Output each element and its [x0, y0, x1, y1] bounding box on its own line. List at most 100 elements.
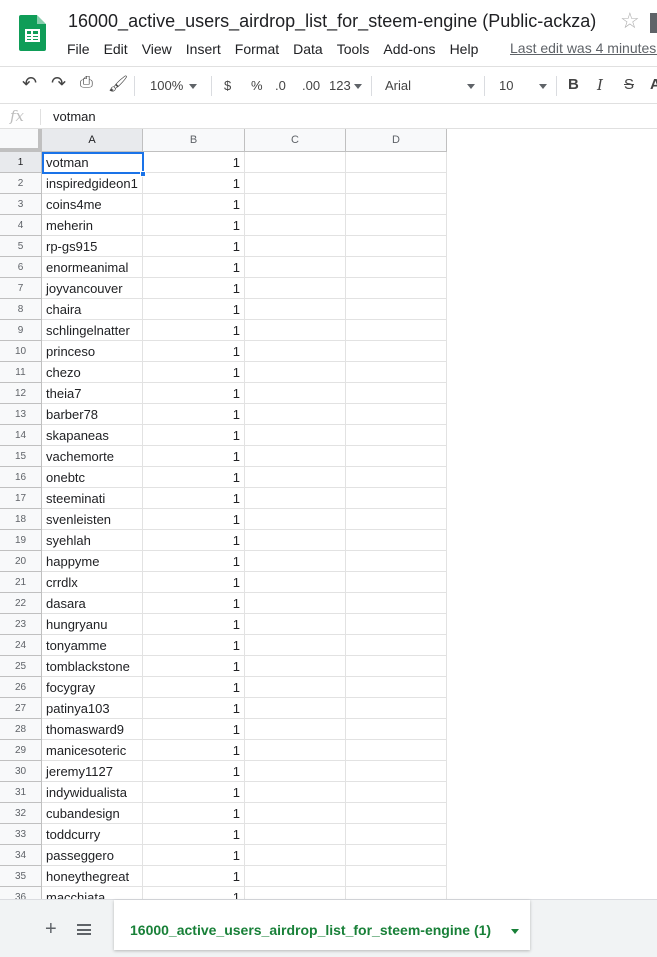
row-header[interactable]: 7: [0, 278, 42, 299]
cell-c[interactable]: [245, 257, 346, 278]
cell-c[interactable]: [245, 236, 346, 257]
cell-b[interactable]: 1: [143, 215, 245, 236]
row-header[interactable]: 3: [0, 194, 42, 215]
cell-b[interactable]: 1: [143, 824, 245, 845]
cell-d[interactable]: [346, 299, 447, 320]
cell-a[interactable]: chaira: [42, 299, 143, 320]
column-header-a[interactable]: A: [42, 129, 143, 152]
menu-help[interactable]: Help: [450, 41, 479, 57]
cell-b[interactable]: 1: [143, 278, 245, 299]
menu-format[interactable]: Format: [235, 41, 279, 57]
spreadsheet-grid[interactable]: A B C D 1 votman 1 2 inspiredgideon1 1 3 coins4…: [0, 129, 657, 899]
cell-d[interactable]: [346, 845, 447, 866]
cell-a[interactable]: onebtc: [42, 467, 143, 488]
row-header[interactable]: 8: [0, 299, 42, 320]
cell-c[interactable]: [245, 887, 346, 899]
cell-c[interactable]: [245, 803, 346, 824]
move-to-folder-icon[interactable]: [650, 13, 657, 33]
last-edit-link[interactable]: Last edit was 4 minutes ago: [510, 40, 657, 56]
cell-c[interactable]: [245, 761, 346, 782]
cell-c[interactable]: [245, 467, 346, 488]
cell-c[interactable]: [245, 572, 346, 593]
row-header[interactable]: 29: [0, 740, 42, 761]
star-icon[interactable]: ☆: [620, 8, 640, 34]
add-sheet-icon[interactable]: +: [45, 918, 57, 941]
cell-b[interactable]: 1: [143, 656, 245, 677]
print-icon[interactable]: ⎙: [80, 74, 93, 92]
cell-b[interactable]: 1: [143, 446, 245, 467]
chevron-down-icon[interactable]: [511, 929, 519, 934]
menu-edit[interactable]: Edit: [104, 41, 128, 57]
redo-icon[interactable]: ↷: [51, 73, 66, 94]
column-header-c[interactable]: C: [245, 129, 346, 152]
cell-c[interactable]: [245, 824, 346, 845]
cell-d[interactable]: [346, 677, 447, 698]
cell-b[interactable]: 1: [143, 782, 245, 803]
cell-a[interactable]: jeremy1127: [42, 761, 143, 782]
cell-c[interactable]: [245, 845, 346, 866]
row-header[interactable]: 1: [0, 152, 42, 173]
cell-c[interactable]: [245, 446, 346, 467]
row-header[interactable]: 6: [0, 257, 42, 278]
cell-c[interactable]: [245, 404, 346, 425]
cell-d[interactable]: [346, 383, 447, 404]
cell-d[interactable]: [346, 446, 447, 467]
cell-d[interactable]: [346, 593, 447, 614]
cell-a[interactable]: thomasward9: [42, 719, 143, 740]
row-header[interactable]: 32: [0, 803, 42, 824]
cell-b[interactable]: 1: [143, 593, 245, 614]
row-header[interactable]: 21: [0, 572, 42, 593]
row-header[interactable]: 20: [0, 551, 42, 572]
menu-insert[interactable]: Insert: [186, 41, 221, 57]
cell-c[interactable]: [245, 656, 346, 677]
cell-b[interactable]: 1: [143, 383, 245, 404]
all-sheets-menu-icon[interactable]: [77, 924, 91, 935]
cell-c[interactable]: [245, 341, 346, 362]
cell-b[interactable]: 1: [143, 614, 245, 635]
cell-d[interactable]: [346, 530, 447, 551]
font-family-select[interactable]: Arial: [385, 78, 475, 93]
row-header[interactable]: 13: [0, 404, 42, 425]
paint-format-icon[interactable]: 🖌: [108, 74, 128, 94]
cell-d[interactable]: [346, 341, 447, 362]
cell-a[interactable]: steeminati: [42, 488, 143, 509]
row-header[interactable]: 28: [0, 719, 42, 740]
cell-c[interactable]: [245, 866, 346, 887]
cell-b[interactable]: 1: [143, 551, 245, 572]
cell-b[interactable]: 1: [143, 257, 245, 278]
select-all-corner[interactable]: [0, 129, 42, 152]
column-header-d[interactable]: D: [346, 129, 447, 152]
cell-d[interactable]: [346, 152, 447, 173]
cell-c[interactable]: [245, 677, 346, 698]
row-header[interactable]: 27: [0, 698, 42, 719]
row-header[interactable]: 5: [0, 236, 42, 257]
cell-d[interactable]: [346, 572, 447, 593]
cell-c[interactable]: [245, 488, 346, 509]
cell-a[interactable]: princeso: [42, 341, 143, 362]
cell-b[interactable]: 1: [143, 530, 245, 551]
cell-d[interactable]: [346, 887, 447, 899]
cell-a[interactable]: enormeanimal: [42, 257, 143, 278]
cell-a[interactable]: manicesoteric: [42, 740, 143, 761]
row-header[interactable]: 35: [0, 866, 42, 887]
row-header[interactable]: 2: [0, 173, 42, 194]
row-header[interactable]: 4: [0, 215, 42, 236]
cell-a[interactable]: hungryanu: [42, 614, 143, 635]
menu-file[interactable]: File: [67, 41, 90, 57]
cell-d[interactable]: [346, 320, 447, 341]
row-header[interactable]: 36: [0, 887, 42, 899]
cell-d[interactable]: [346, 656, 447, 677]
cell-a[interactable]: meherin: [42, 215, 143, 236]
cell-c[interactable]: [245, 740, 346, 761]
cell-c[interactable]: [245, 593, 346, 614]
sheet-tab-active[interactable]: 16000_active_users_airdrop_list_for_stee…: [114, 900, 530, 950]
cell-d[interactable]: [346, 215, 447, 236]
row-header[interactable]: 26: [0, 677, 42, 698]
cell-c[interactable]: [245, 194, 346, 215]
row-header[interactable]: 10: [0, 341, 42, 362]
cell-c[interactable]: [245, 425, 346, 446]
cell-b[interactable]: 1: [143, 236, 245, 257]
cell-c[interactable]: [245, 299, 346, 320]
row-header[interactable]: 19: [0, 530, 42, 551]
cell-b[interactable]: 1: [143, 761, 245, 782]
